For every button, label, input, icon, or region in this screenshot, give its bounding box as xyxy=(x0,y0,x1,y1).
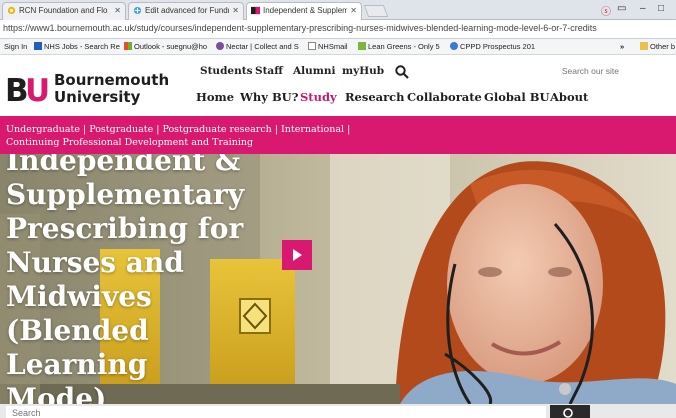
bookmark-nhs-jobs[interactable]: NHS Jobs - Search Re xyxy=(34,41,120,52)
bookmark-other[interactable]: Other b xyxy=(640,41,675,52)
extension-icon[interactable]: ⓢ xyxy=(601,3,611,18)
nav-global-bu[interactable]: Global BU xyxy=(484,90,549,104)
tab-close-icon[interactable]: ✕ xyxy=(114,3,121,19)
subnav-cpd-link[interactable]: Continuing Professional Development and … xyxy=(6,136,676,149)
bu-logo-mark[interactable]: B U xyxy=(5,74,49,104)
folder-icon xyxy=(640,42,648,50)
window-restore-icon[interactable]: ▭ xyxy=(617,3,626,14)
course-title: Independent & Supplementary Prescribing … xyxy=(6,154,245,404)
search-icon[interactable] xyxy=(395,65,409,79)
tab-close-icon[interactable]: ✕ xyxy=(350,3,357,19)
windows-icon xyxy=(124,42,132,50)
page-icon xyxy=(308,42,316,50)
site-header: B U Bournemouth University Students Staf… xyxy=(0,56,676,116)
video-play-button[interactable] xyxy=(282,240,312,270)
browser-tab-label: RCN Foundation and Flo xyxy=(19,6,108,15)
bookmark-nhsmail[interactable]: NHSmail xyxy=(308,41,348,52)
bu-favicon-icon xyxy=(251,6,260,15)
bookmark-sign-in[interactable]: Sign In xyxy=(4,41,27,52)
nectar-icon xyxy=(216,42,224,50)
lean-greens-icon xyxy=(358,42,366,50)
bookmark-nectar[interactable]: Nectar | Collect and S xyxy=(216,41,299,52)
nav-research[interactable]: Research xyxy=(345,90,405,104)
play-icon xyxy=(293,249,302,261)
browser-tab-active[interactable]: Independent & Suppleme ✕ xyxy=(246,2,362,20)
nav-why-bu[interactable]: Why BU? xyxy=(240,90,298,104)
nav-study[interactable]: Study xyxy=(300,90,337,104)
browser-tab-strip: RCN Foundation and Flo ✕ Edit advanced f… xyxy=(0,0,676,20)
site-search-input[interactable] xyxy=(448,62,624,80)
tab-close-icon[interactable]: ✕ xyxy=(232,3,239,19)
browser-tab-rcn[interactable]: RCN Foundation and Flo ✕ xyxy=(2,2,126,20)
bookmarks-bar: Sign In NHS Jobs - Search Re Outlook - s… xyxy=(0,39,676,55)
bookmark-lean-greens[interactable]: Lean Greens - Only 5 xyxy=(358,41,440,52)
university-name-line1: Bournemouth xyxy=(54,71,170,89)
hero-banner: Independent & Supplementary Prescribing … xyxy=(0,154,676,404)
cppd-icon xyxy=(450,42,458,50)
svg-text:U: U xyxy=(25,74,49,104)
util-nav-students[interactable]: Students xyxy=(200,65,253,77)
browser-tab-edit[interactable]: Edit advanced for Fundr ✕ xyxy=(128,2,244,20)
util-nav-myhub[interactable]: myHub xyxy=(342,65,384,77)
nhs-icon xyxy=(34,42,42,50)
nav-collaborate[interactable]: Collaborate xyxy=(407,90,482,104)
nav-about[interactable]: About xyxy=(550,90,588,104)
bookmark-cppd[interactable]: CPPD Prospectus 201 xyxy=(450,41,535,52)
window-minimize-icon[interactable]: – xyxy=(640,3,646,14)
address-url[interactable]: https://www1.bournemouth.ac.uk/study/cou… xyxy=(3,23,597,33)
bookmark-outlook[interactable]: Outlook - suegnu@ho xyxy=(124,41,207,52)
course-search-button[interactable] xyxy=(550,405,590,418)
rcn-favicon-icon xyxy=(7,6,16,15)
util-nav-staff[interactable]: Staff xyxy=(255,65,283,77)
study-subnav: Undergraduate | Postgraduate | Postgradu… xyxy=(0,116,676,154)
window-close-icon[interactable]: □ xyxy=(658,3,664,14)
course-search-input[interactable] xyxy=(6,406,546,418)
nav-home[interactable]: Home xyxy=(196,90,234,104)
browser-tab-label: Independent & Suppleme xyxy=(263,6,347,15)
new-tab-button[interactable] xyxy=(363,5,389,17)
subnav-links[interactable]: Undergraduate | Postgraduate | Postgradu… xyxy=(6,123,676,136)
university-name[interactable]: Bournemouth University xyxy=(54,72,169,106)
util-nav-alumni[interactable]: Alumni xyxy=(293,65,336,77)
edit-favicon-icon xyxy=(133,6,142,15)
course-search-bar xyxy=(0,404,676,418)
browser-tab-label: Edit advanced for Fundr xyxy=(145,6,229,15)
university-name-line2: University xyxy=(54,88,141,106)
search-icon xyxy=(563,408,573,418)
address-bar[interactable]: https://www1.bournemouth.ac.uk/study/cou… xyxy=(0,20,676,39)
bookmarks-overflow-button[interactable]: » xyxy=(620,41,624,52)
